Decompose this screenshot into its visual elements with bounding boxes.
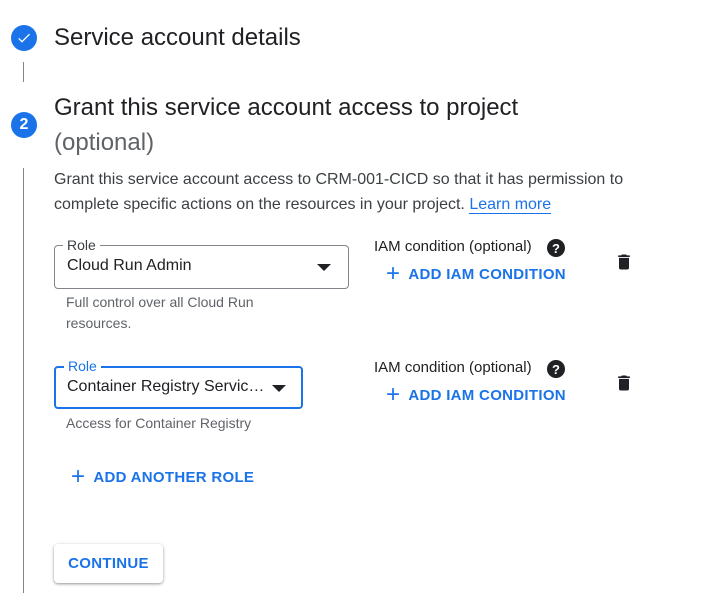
step-2-number-icon: 2 bbox=[11, 112, 37, 138]
dropdown-arrow-icon bbox=[272, 385, 286, 392]
trash-icon[interactable] bbox=[614, 373, 634, 398]
dropdown-arrow-icon bbox=[317, 264, 331, 271]
add-iam-condition-button-2[interactable]: + ADD IAM CONDITION bbox=[386, 381, 566, 408]
step-2-description: Grant this service account access to CRM… bbox=[54, 171, 624, 214]
iam-condition-label-2: IAM condition (optional) bbox=[374, 359, 532, 376]
learn-more-link[interactable]: Learn more bbox=[469, 196, 552, 214]
role-select-1[interactable]: Role Cloud Run Admin bbox=[54, 236, 349, 289]
step-1-complete-icon bbox=[11, 25, 37, 51]
step-2-optional-label: (optional) bbox=[54, 129, 155, 156]
help-icon[interactable]: ? bbox=[547, 360, 565, 378]
check-icon bbox=[18, 33, 30, 43]
role-value-1: Cloud Run Admin bbox=[67, 257, 192, 274]
role-value-2: Container Registry Servic… bbox=[67, 378, 265, 395]
continue-button[interactable]: CONTINUE bbox=[54, 544, 163, 583]
step-connector bbox=[23, 62, 24, 82]
trash-icon[interactable] bbox=[614, 252, 634, 277]
plus-icon: + bbox=[386, 260, 401, 287]
step-1-title[interactable]: Service account details bbox=[54, 24, 301, 52]
role-hint-2: Access for Container Registry bbox=[66, 415, 252, 431]
add-iam-condition-button-1[interactable]: + ADD IAM CONDITION bbox=[386, 260, 566, 287]
step-2-line bbox=[23, 168, 24, 593]
role-select-2[interactable]: Role Container Registry Servic… bbox=[54, 357, 303, 409]
help-icon[interactable]: ? bbox=[547, 239, 565, 257]
plus-icon: + bbox=[71, 463, 86, 490]
role-label-2: Role bbox=[64, 357, 101, 375]
role-label-1: Role bbox=[63, 236, 100, 254]
add-another-role-button[interactable]: + ADD ANOTHER ROLE bbox=[71, 463, 254, 490]
iam-condition-label-1: IAM condition (optional) bbox=[374, 238, 532, 255]
plus-icon: + bbox=[386, 381, 401, 408]
role-hint-1: Full control over all Cloud Run resource… bbox=[66, 294, 254, 331]
step-2-title: Grant this service account access to pro… bbox=[54, 94, 519, 121]
